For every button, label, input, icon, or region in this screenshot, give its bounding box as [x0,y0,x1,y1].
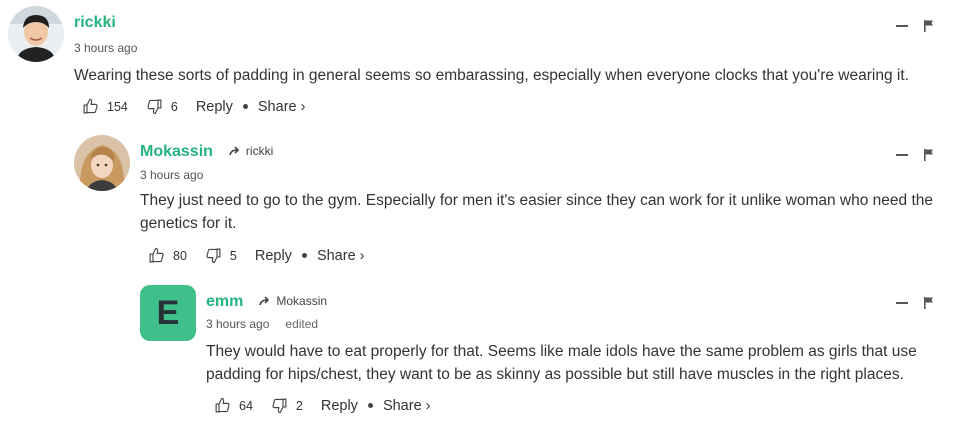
dislike-count: 6 [170,99,178,114]
like-count: 154 [107,99,128,114]
author-name[interactable]: rickki [74,14,116,32]
reply-to-name[interactable]: rickki [246,144,273,158]
reply-button[interactable]: Reply [255,248,292,264]
flag-icon[interactable] [924,20,934,32]
flag-icon[interactable] [924,149,934,161]
comment-text: Wearing these sorts of padding in genera… [74,67,909,84]
thumbs-up-icon[interactable] [214,397,231,414]
comment-actions: 80 5 Reply Share › [148,247,365,264]
avatar[interactable] [8,6,64,62]
edited-label: edited [285,317,319,331]
thumbs-down-icon[interactable] [271,397,288,414]
avatar[interactable]: E [140,285,196,341]
reply-to-name[interactable]: Mokassin [276,294,327,308]
share-button[interactable]: Share › [317,248,365,264]
like-count: 80 [173,248,187,263]
share-button[interactable]: Share › [383,398,431,414]
collapse-icon[interactable] [896,154,908,156]
avatar[interactable] [74,135,130,191]
avatar-letter: E [156,293,180,332]
thumbs-up-icon[interactable] [148,247,165,264]
comment: rickki 3 hours ago Wearing these sorts o… [8,6,960,124]
like-count: 64 [239,398,253,413]
reply-button[interactable]: Reply [196,99,233,115]
comment-reply: E emm Mokassin 3 hours ago edited They w… [140,285,960,420]
reply-to[interactable]: rickki [229,144,273,158]
collapse-icon[interactable] [896,302,908,304]
thumbs-down-icon[interactable] [146,98,163,115]
timestamp[interactable]: 3 hours ago [140,168,203,182]
separator-dot [301,253,307,258]
comment-text: They just need to go to the gym. Especia… [140,192,933,232]
comment-reply: Mokassin rickki 3 hours ago They just ne… [74,135,960,270]
timestamp[interactable]: 3 hours ago [206,317,269,331]
reply-arrow-icon [229,146,242,156]
thumbs-up-icon[interactable] [82,98,99,115]
comment-actions: 64 2 Reply Share › [214,397,431,414]
separator-dot [367,403,373,408]
collapse-icon[interactable] [896,25,908,27]
author-name[interactable]: emm [206,293,243,311]
comment-actions: 154 6 Reply Share › [82,98,305,115]
share-button[interactable]: Share › [258,99,306,115]
thumbs-down-icon[interactable] [205,247,222,264]
separator-dot [242,104,248,109]
flag-icon[interactable] [924,297,934,309]
comment-text: They would have to eat properly for that… [206,343,917,383]
timestamp[interactable]: 3 hours ago [74,41,137,55]
reply-arrow-icon [259,296,272,306]
author-name[interactable]: Mokassin [140,143,213,161]
reply-button[interactable]: Reply [321,398,358,414]
dislike-count: 2 [295,398,303,413]
dislike-count: 5 [229,248,237,263]
reply-to[interactable]: Mokassin [259,294,327,308]
